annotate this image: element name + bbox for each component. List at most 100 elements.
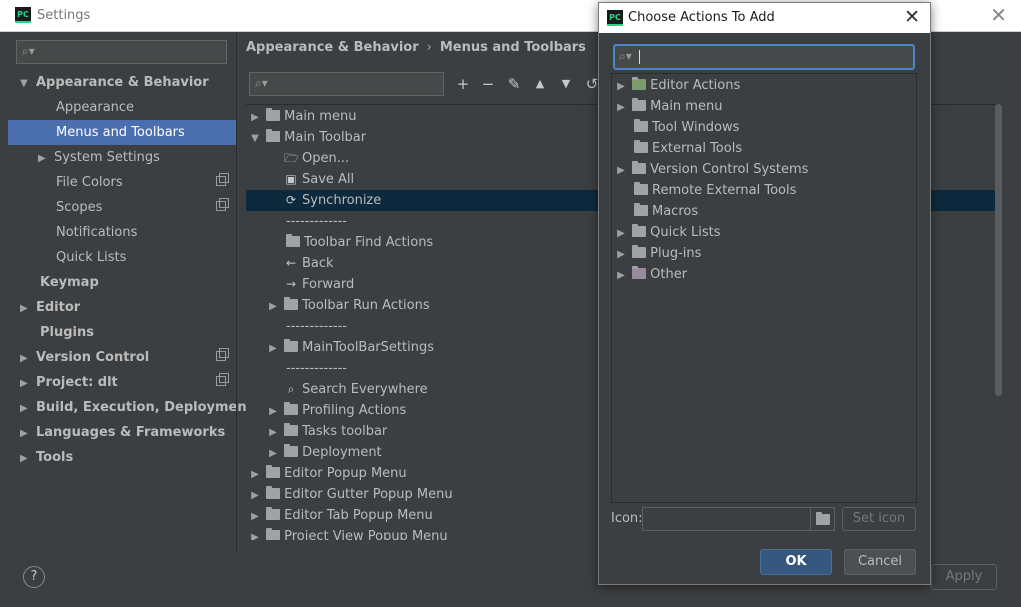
- tree-row[interactable]: ▶ Version Control Systems: [612, 159, 916, 180]
- tree-row[interactable]: Tool Windows: [612, 117, 916, 138]
- folder-icon: [266, 486, 281, 499]
- dialog-search-input[interactable]: ⌕▾: [613, 44, 915, 70]
- sidebar-item-build[interactable]: ▶ Build, Execution, Deployment: [20, 395, 253, 420]
- sidebar-item-plugins[interactable]: Plugins: [40, 320, 236, 345]
- browse-button[interactable]: [810, 508, 834, 530]
- tree-row[interactable]: ▶ Plug-ins: [612, 243, 916, 264]
- folder-icon: [266, 129, 281, 142]
- tree-row[interactable]: External Tools: [612, 138, 916, 159]
- tree-row[interactable]: ▶ Main menu: [612, 96, 916, 117]
- sidebar-item-project[interactable]: ▶ Project: dlt: [20, 370, 236, 395]
- dialog-title: Choose Actions To Add: [628, 10, 775, 25]
- close-icon[interactable]: ✕: [990, 3, 1007, 27]
- settings-search-input[interactable]: ⌕▾: [16, 40, 227, 64]
- sidebar-item-appearance-behavior[interactable]: ▼ Appearance & Behavior: [20, 70, 236, 95]
- arrow-right-icon: →: [285, 277, 297, 291]
- sidebar-item-tools[interactable]: ▶ Tools: [20, 445, 236, 470]
- folder-icon: [266, 507, 281, 520]
- save-icon: ▣: [285, 172, 297, 186]
- chevron-right-icon: ▶: [20, 403, 28, 414]
- chevron-right-icon: ▶: [269, 448, 277, 459]
- project-level-icon: [216, 348, 229, 361]
- folder-icon: [634, 119, 648, 132]
- sidebar-item-languages[interactable]: ▶ Languages & Frameworks: [20, 420, 236, 445]
- chevron-right-icon: ▶: [20, 428, 28, 439]
- ok-button[interactable]: OK: [760, 549, 832, 575]
- chevron-right-icon: ▶: [251, 112, 259, 123]
- dialog-titlebar: PC Choose Actions To Add ✕: [599, 3, 930, 33]
- breadcrumb: Appearance & Behavior › Menus and Toolbars: [246, 40, 586, 55]
- folder-icon: [284, 402, 299, 415]
- tree-row[interactable]: ▶ Other: [612, 264, 916, 285]
- close-icon[interactable]: ✕: [904, 6, 920, 28]
- folder-icon: [266, 108, 281, 121]
- tree-scrollbar[interactable]: [995, 104, 1002, 396]
- text-caret: [639, 50, 640, 64]
- sidebar-item-version-control[interactable]: ▶ Version Control: [20, 345, 236, 370]
- chevron-right-icon: ▶: [617, 81, 625, 92]
- chevron-right-icon: ▶: [617, 270, 625, 281]
- folder-icon: [266, 528, 281, 540]
- folder-icon: [266, 465, 281, 478]
- project-level-icon: [216, 173, 229, 186]
- sidebar-item-keymap[interactable]: Keymap: [40, 270, 236, 295]
- chevron-right-icon: ▶: [269, 301, 277, 312]
- actions-search-input[interactable]: ⌕▾: [249, 72, 444, 96]
- folder-icon: [632, 245, 647, 258]
- cancel-button[interactable]: Cancel: [844, 549, 916, 575]
- chevron-right-icon: ▶: [20, 303, 28, 314]
- icon-path-input[interactable]: [642, 507, 835, 531]
- settings-sidebar: ⌕▾ ▼ Appearance & Behavior Appearance Men…: [8, 33, 253, 551]
- sidebar-item-notifications[interactable]: Notifications: [56, 220, 236, 245]
- sidebar-item-system-settings[interactable]: ▶ System Settings: [38, 145, 236, 170]
- tree-row[interactable]: Remote External Tools: [612, 180, 916, 201]
- sidebar-item-menus-toolbars[interactable]: Menus and Toolbars: [8, 120, 236, 145]
- pycharm-logo-icon: PC: [15, 7, 31, 23]
- tree-row[interactable]: ▶ Editor Actions: [612, 75, 916, 96]
- sync-icon: ⟳: [285, 193, 297, 207]
- chevron-right-icon: ▶: [617, 228, 625, 239]
- chevron-right-icon: ▶: [38, 153, 46, 164]
- project-level-icon: [216, 373, 229, 386]
- arrow-left-icon: ←: [285, 256, 297, 270]
- chevron-down-icon: ▼: [20, 78, 28, 89]
- add-action-button[interactable]: +: [452, 72, 474, 96]
- chevron-right-icon: ▶: [617, 165, 625, 176]
- choose-actions-dialog: PC Choose Actions To Add ✕ ⌕▾ ▶ Editor A…: [598, 2, 931, 585]
- search-icon: ⌕▾: [619, 49, 632, 63]
- folder-icon: [284, 297, 299, 310]
- set-icon-button[interactable]: Set icon: [842, 507, 916, 531]
- chevron-right-icon: ▶: [269, 406, 277, 417]
- sidebar-item-file-colors[interactable]: File Colors: [56, 170, 236, 195]
- sidebar-item-quick-lists[interactable]: Quick Lists: [56, 245, 236, 270]
- sidebar-item-appearance[interactable]: Appearance: [56, 95, 236, 120]
- help-button[interactable]: ?: [23, 566, 45, 588]
- chevron-right-icon: ▶: [251, 511, 259, 522]
- move-up-button[interactable]: ▲: [529, 72, 551, 96]
- sidebar-item-editor[interactable]: ▶ Editor: [20, 295, 236, 320]
- search-icon: ⌕▾: [22, 44, 35, 58]
- project-level-icon: [216, 198, 229, 211]
- other-folder-icon: [632, 266, 647, 279]
- move-down-button[interactable]: ▼: [555, 72, 577, 96]
- folder-icon: [634, 182, 648, 195]
- apply-button[interactable]: Apply: [931, 564, 997, 590]
- edit-icon-button[interactable]: ✎: [503, 72, 525, 96]
- chevron-down-icon: ▼: [251, 133, 259, 144]
- folder-icon: [284, 339, 299, 352]
- chevron-right-icon: ▶: [20, 378, 28, 389]
- remove-action-button[interactable]: −: [477, 72, 499, 96]
- chevron-right-icon: ▶: [269, 427, 277, 438]
- menu-folder-icon: [632, 98, 647, 111]
- folder-icon: [286, 234, 300, 247]
- tree-row[interactable]: Macros: [612, 201, 916, 222]
- folder-icon: [284, 444, 299, 457]
- icon-label: Icon:: [611, 511, 643, 526]
- sidebar-item-scopes[interactable]: Scopes: [56, 195, 236, 220]
- folder-icon: [632, 161, 647, 174]
- open-folder-icon: 🗁: [284, 151, 299, 165]
- tree-row[interactable]: ▶ Quick Lists: [612, 222, 916, 243]
- chevron-right-icon: ▶: [617, 102, 625, 113]
- dialog-actions-tree: ▶ Editor Actions ▶ Main menu Tool Window…: [611, 73, 917, 503]
- folder-icon: [634, 203, 648, 216]
